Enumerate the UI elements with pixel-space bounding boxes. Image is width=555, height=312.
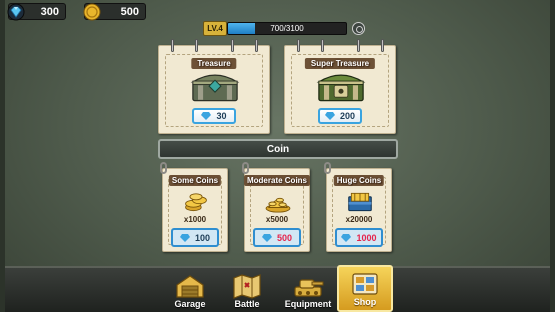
nav-tab-battle[interactable]: Battle	[219, 270, 275, 312]
battle-map-icon	[233, 274, 261, 299]
binder-ring	[321, 39, 324, 52]
coin-section-header: Coin	[158, 139, 398, 159]
nav-label-shop: Shop	[353, 297, 377, 307]
card-hook	[160, 162, 167, 174]
coin-icon	[83, 3, 101, 21]
gem-icon	[201, 112, 212, 120]
coin-pile-icon	[265, 197, 291, 213]
xp-progress-bar: 700/3100	[227, 22, 347, 35]
super-treasure-card[interactable]: Super Treasure 200	[284, 39, 396, 134]
equipment-icon	[294, 279, 324, 297]
coins-counter: 500	[83, 3, 146, 21]
gem-icon	[7, 3, 25, 21]
super-treasure-price: 200	[339, 111, 356, 121]
card-hook	[242, 162, 249, 174]
treasure-price-button[interactable]: 30	[192, 108, 236, 124]
binder-ring	[297, 39, 300, 52]
gems-counter: 300	[7, 3, 66, 21]
super-treasure-price-button[interactable]: 200	[318, 108, 362, 124]
huge-coins-amount: x20000	[345, 215, 373, 224]
super-treasure-title: Super Treasure	[304, 58, 376, 69]
binder-ring	[381, 39, 384, 52]
treasure-price: 30	[216, 111, 227, 121]
coin-section-title: Coin	[266, 143, 290, 155]
binder-ring	[231, 39, 234, 52]
treasure-title: Treasure	[191, 58, 237, 69]
treasure-chest-icon	[190, 74, 240, 102]
moderate-coins-card[interactable]: Moderate Coins x5000 500	[242, 162, 311, 252]
some-coins-price: 100	[194, 232, 211, 243]
gem-icon	[324, 112, 335, 120]
gem-icon	[261, 233, 272, 242]
bottom-nav-bar	[0, 266, 555, 312]
nav-label-garage: Garage	[174, 299, 206, 309]
nav-label-battle: Battle	[234, 299, 260, 309]
nav-tab-shop[interactable]: Shop	[337, 265, 393, 312]
super-treasure-chest-icon	[316, 74, 366, 102]
some-coins-card[interactable]: Some Coins x1000 100	[160, 162, 228, 252]
nav-tab-equipment[interactable]: Equipment	[279, 270, 337, 312]
nav-label-equipment: Equipment	[284, 299, 332, 309]
card-hook	[324, 162, 331, 174]
garage-icon	[176, 275, 204, 298]
level-info-icon[interactable]	[352, 22, 365, 35]
coin-stack-icon	[185, 193, 207, 212]
some-coins-price-button[interactable]: 100	[171, 228, 219, 247]
huge-coins-price-button[interactable]: 1000	[335, 228, 383, 247]
treasure-card[interactable]: Treasure 30	[158, 39, 270, 134]
coin-crate-icon	[348, 192, 372, 212]
shop-icon	[352, 273, 378, 295]
binder-ring	[255, 39, 258, 52]
moderate-coins-price: 500	[276, 232, 293, 243]
huge-coins-price: 1000	[356, 232, 377, 243]
gems-value: 300	[40, 5, 59, 18]
coins-value: 500	[120, 5, 139, 18]
some-coins-amount: x1000	[183, 215, 207, 224]
moderate-coins-title: Moderate Coins	[243, 175, 311, 186]
binder-ring	[357, 39, 360, 52]
moderate-coins-amount: x5000	[265, 215, 289, 224]
xp-progress-text: 700/3100	[270, 24, 304, 33]
huge-coins-title: Huge Coins	[333, 175, 385, 186]
nav-tab-garage[interactable]: Garage	[162, 270, 218, 312]
gem-icon	[341, 233, 352, 242]
moderate-coins-price-button[interactable]: 500	[253, 228, 301, 247]
gem-icon	[179, 233, 190, 242]
huge-coins-card[interactable]: Huge Coins x20000 1000	[324, 162, 392, 252]
level-badge: LV.4	[203, 21, 227, 36]
binder-ring	[195, 39, 198, 52]
binder-ring	[171, 39, 174, 52]
some-coins-title: Some Coins	[168, 175, 222, 186]
